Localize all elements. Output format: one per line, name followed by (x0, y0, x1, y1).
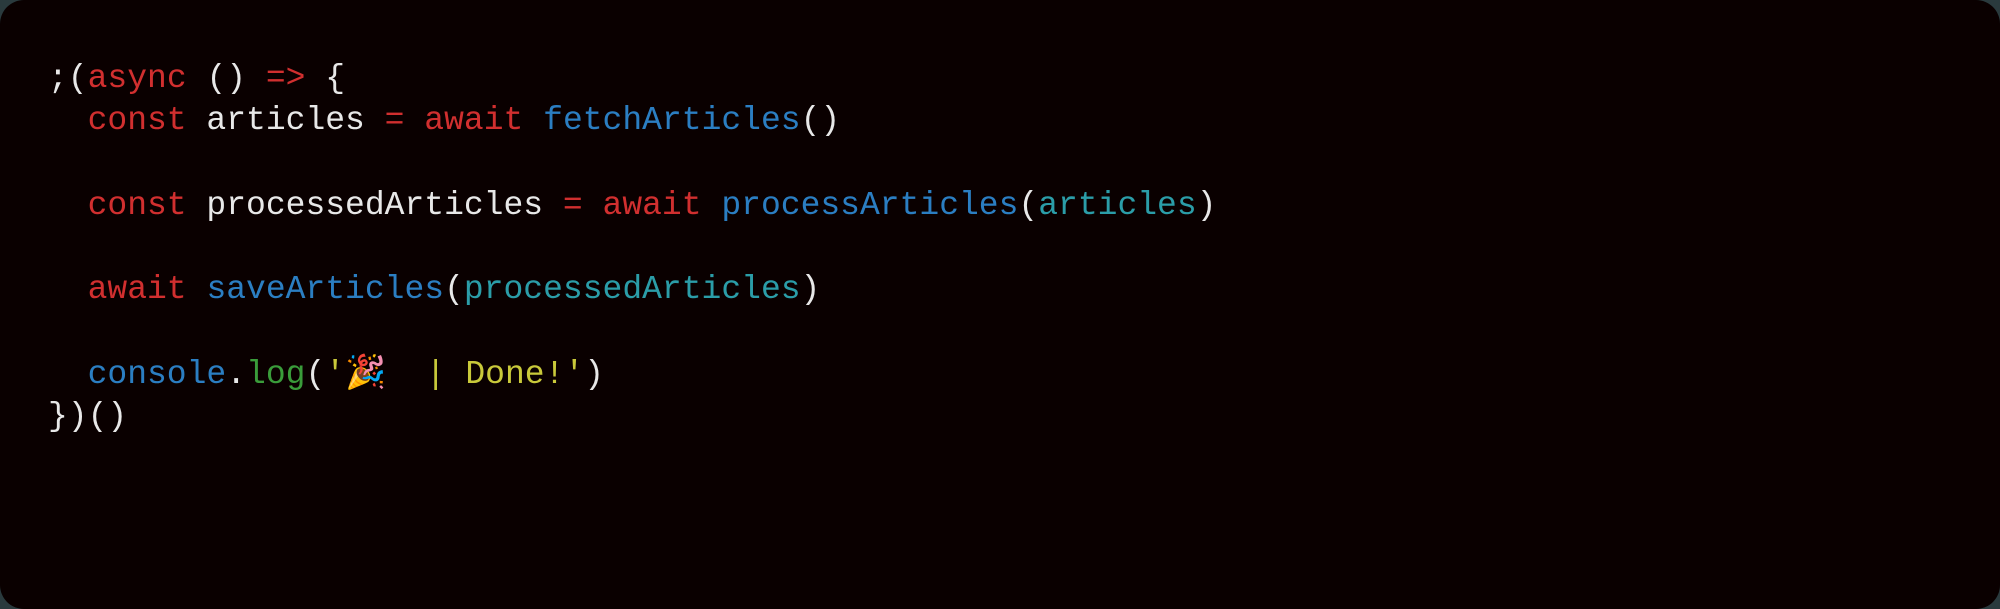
punct: ;( (48, 60, 88, 97)
code-line-1: ;(async () => { (48, 60, 345, 97)
string-literal: '🎉 | Done!' (325, 356, 584, 393)
space (702, 187, 722, 224)
argument: processedArticles (464, 271, 801, 308)
arrow: => (266, 60, 306, 97)
paren-close: ) (1197, 187, 1217, 224)
paren-open: ( (305, 356, 325, 393)
keyword-const: const (88, 102, 187, 139)
code-line-5: console.log('🎉 | Done!') (48, 356, 604, 393)
function-call: processArticles (721, 187, 1018, 224)
keyword-await: await (603, 187, 702, 224)
space (404, 102, 424, 139)
keyword-async: async (88, 60, 187, 97)
punct: () (187, 60, 266, 97)
paren-open: ( (1018, 187, 1038, 224)
argument: articles (1038, 187, 1196, 224)
code-line-4: await saveArticles(processedArticles) (48, 271, 820, 308)
paren-open: ( (444, 271, 464, 308)
identifier: articles (187, 102, 385, 139)
object-console: console (88, 356, 227, 393)
keyword-await: await (424, 102, 523, 139)
method-log: log (246, 356, 305, 393)
punct: { (305, 60, 345, 97)
parens: () (801, 102, 841, 139)
code-line-2: const articles = await fetchArticles() (48, 102, 840, 139)
code-block: ;(async () => { const articles = await f… (0, 0, 2000, 609)
identifier: processedArticles (187, 187, 563, 224)
space (187, 271, 207, 308)
paren-close: ) (801, 271, 821, 308)
paren-close: ) (584, 356, 604, 393)
function-call: saveArticles (206, 271, 444, 308)
closing: })() (48, 398, 127, 435)
function-call: fetchArticles (543, 102, 800, 139)
keyword-const: const (88, 187, 187, 224)
dot: . (226, 356, 246, 393)
space (523, 102, 543, 139)
code-line-3: const processedArticles = await processA… (48, 187, 1216, 224)
operator-equals: = (563, 187, 583, 224)
keyword-await: await (88, 271, 187, 308)
operator-equals: = (385, 102, 405, 139)
code-line-6: })() (48, 398, 127, 435)
space (583, 187, 603, 224)
